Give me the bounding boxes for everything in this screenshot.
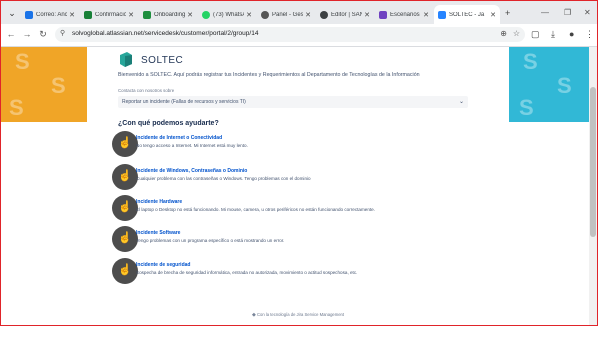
address-bar[interactable]: ⚲ solvoglobal.atlassian.net/servicedesk/… bbox=[55, 27, 525, 42]
hand-pointer-icon: ☝ bbox=[112, 164, 138, 190]
option-description: No tengo acceso a Internet. Mi Internet … bbox=[136, 143, 248, 148]
tab-label: Editor | SAN bbox=[331, 11, 363, 18]
tab-escenarios[interactable]: Escenarios – ✕ bbox=[375, 5, 433, 24]
tab-onboarding[interactable]: OnboardingI ✕ bbox=[139, 5, 197, 24]
tab-strip: ⌄ Correo: Ancl ✕ Confirmació ✕ Onboardin… bbox=[1, 1, 597, 24]
tab-search-icon[interactable]: ⌄ bbox=[5, 6, 19, 20]
tab-label: Confirmació bbox=[95, 11, 127, 18]
zoom-icon[interactable]: ⊕ bbox=[500, 29, 507, 38]
globe-icon bbox=[261, 10, 269, 19]
close-icon[interactable]: ✕ bbox=[305, 11, 311, 19]
option-title[interactable]: Incidente de Internet o Conectividad bbox=[136, 135, 222, 141]
whatsapp-icon bbox=[202, 10, 210, 19]
maximize-icon[interactable]: ❐ bbox=[564, 8, 571, 17]
tab-label: (73) WhatsA bbox=[213, 11, 245, 18]
footer-text: Con la tecnología de Jira Service Manage… bbox=[256, 312, 345, 317]
globe-icon bbox=[320, 10, 328, 19]
request-type-select[interactable]: Reportar un incidente (Fallas de recurso… bbox=[118, 96, 468, 108]
option-title[interactable]: Incidente de Windows, Contraseñas o Domi… bbox=[136, 168, 247, 174]
url-text[interactable]: solvoglobal.atlassian.net/servicedesk/cu… bbox=[72, 30, 258, 37]
app-icon bbox=[143, 10, 151, 19]
hand-pointer-icon: ☝ bbox=[112, 195, 138, 221]
option-security[interactable]: ☝ Incidente de seguridad Sospecha de bre… bbox=[112, 258, 482, 284]
option-internet[interactable]: ☝ Incidente de Internet o Conectividad N… bbox=[112, 131, 482, 157]
navigation-bar: ← → ↻ ⚲ solvoglobal.atlassian.net/servic… bbox=[1, 24, 597, 47]
tab-confirmacion[interactable]: Confirmació ✕ bbox=[80, 5, 138, 24]
tab-label: Correo: Ancl bbox=[36, 11, 68, 18]
back-icon[interactable]: ← bbox=[5, 29, 17, 39]
extensions-icon[interactable]: ▢ bbox=[531, 29, 540, 40]
option-description: El laptop o Desktop no está funcionando.… bbox=[136, 207, 376, 212]
tab-soltec[interactable]: SOLTEC - Ja ✕ bbox=[434, 5, 500, 24]
chevron-down-icon: ⌄ bbox=[458, 99, 464, 105]
new-tab-button[interactable]: + bbox=[505, 8, 510, 18]
option-title[interactable]: Incidente Software bbox=[136, 230, 180, 236]
soltec-logo-icon bbox=[120, 52, 132, 67]
download-icon[interactable]: ⤓ bbox=[551, 29, 555, 40]
header-banner-left: S S S bbox=[1, 47, 87, 122]
close-icon[interactable]: ✕ bbox=[128, 11, 134, 19]
help-heading: ¿Con qué podemos ayudarte? bbox=[118, 120, 219, 127]
close-icon[interactable]: ✕ bbox=[423, 11, 429, 19]
tab-editor[interactable]: Editor | SAN ✕ bbox=[316, 5, 374, 24]
menu-kebab-icon[interactable]: ⋮ bbox=[585, 29, 594, 40]
hand-pointer-icon: ☝ bbox=[112, 258, 138, 284]
window-close-icon[interactable]: ✕ bbox=[584, 8, 591, 17]
close-icon[interactable]: ✕ bbox=[187, 11, 193, 19]
option-hardware[interactable]: ☝ Incidente Hardware El laptop o Desktop… bbox=[112, 195, 482, 221]
hand-pointer-icon: ☝ bbox=[112, 226, 138, 252]
powered-by-footer: ◆ Con la tecnología de Jira Service Mana… bbox=[87, 312, 509, 318]
jira-logo-icon: ◆ bbox=[251, 312, 256, 318]
tab-label: Escenarios – bbox=[390, 11, 421, 18]
hand-pointer-icon: ☝ bbox=[112, 131, 138, 157]
app-icon bbox=[379, 10, 387, 19]
sheet-icon bbox=[84, 10, 92, 19]
avatar[interactable]: ● bbox=[569, 29, 574, 39]
mail-icon bbox=[25, 10, 33, 19]
scrollbar[interactable] bbox=[589, 47, 597, 325]
portal-card: SOLTEC Bienvenido a SOLTEC. Aquí podrás … bbox=[87, 47, 509, 325]
close-icon[interactable]: ✕ bbox=[490, 11, 496, 19]
tab-panel[interactable]: Panel - Gest ✕ bbox=[257, 5, 315, 24]
minimize-icon[interactable]: — bbox=[541, 8, 549, 17]
tab-label: Panel - Gest bbox=[272, 11, 304, 18]
option-description: Tengo problemas con un programa específi… bbox=[136, 238, 285, 243]
select-value: Reportar un incidente (Fallas de recurso… bbox=[122, 99, 246, 105]
scrollbar-thumb[interactable] bbox=[590, 87, 596, 237]
option-software[interactable]: ☝ Incidente Software Tengo problemas con… bbox=[112, 226, 482, 252]
tab-label: OnboardingI bbox=[154, 11, 186, 18]
welcome-message: Bienvenido a SOLTEC. Aquí podrás registr… bbox=[118, 72, 420, 78]
reload-icon[interactable]: ↻ bbox=[37, 29, 49, 40]
portal-page: S S S S S S SOLTEC Bienvenido a SOLTEC. … bbox=[1, 47, 597, 325]
option-title[interactable]: Incidente de seguridad bbox=[136, 262, 190, 268]
tab-correo[interactable]: Correo: Ancl ✕ bbox=[21, 5, 79, 24]
option-description: Sospecha de brecha de seguridad informát… bbox=[136, 270, 358, 275]
bookmark-star-icon[interactable]: ☆ bbox=[513, 29, 520, 38]
close-icon[interactable]: ✕ bbox=[246, 11, 252, 19]
site-info-icon[interactable]: ⚲ bbox=[60, 29, 65, 37]
close-icon[interactable]: ✕ bbox=[364, 11, 370, 19]
option-description: Cualquier problema con las contraseñas o… bbox=[136, 176, 311, 181]
portal-title: SOLTEC bbox=[141, 55, 184, 66]
option-windows[interactable]: ☝ Incidente de Windows, Contraseñas o Do… bbox=[112, 164, 482, 190]
forward-icon[interactable]: → bbox=[21, 29, 33, 39]
header-banner-right: S S S bbox=[509, 47, 589, 122]
option-title[interactable]: Incidente Hardware bbox=[136, 199, 182, 205]
browser-window: ⌄ Correo: Ancl ✕ Confirmació ✕ Onboardin… bbox=[0, 0, 598, 326]
close-icon[interactable]: ✕ bbox=[69, 11, 75, 19]
contact-label: Contacta con nosotros sobre bbox=[118, 88, 175, 93]
jira-icon bbox=[438, 10, 446, 19]
tab-label: SOLTEC - Ja bbox=[449, 11, 485, 18]
tab-whatsapp[interactable]: (73) WhatsA ✕ bbox=[198, 5, 256, 24]
